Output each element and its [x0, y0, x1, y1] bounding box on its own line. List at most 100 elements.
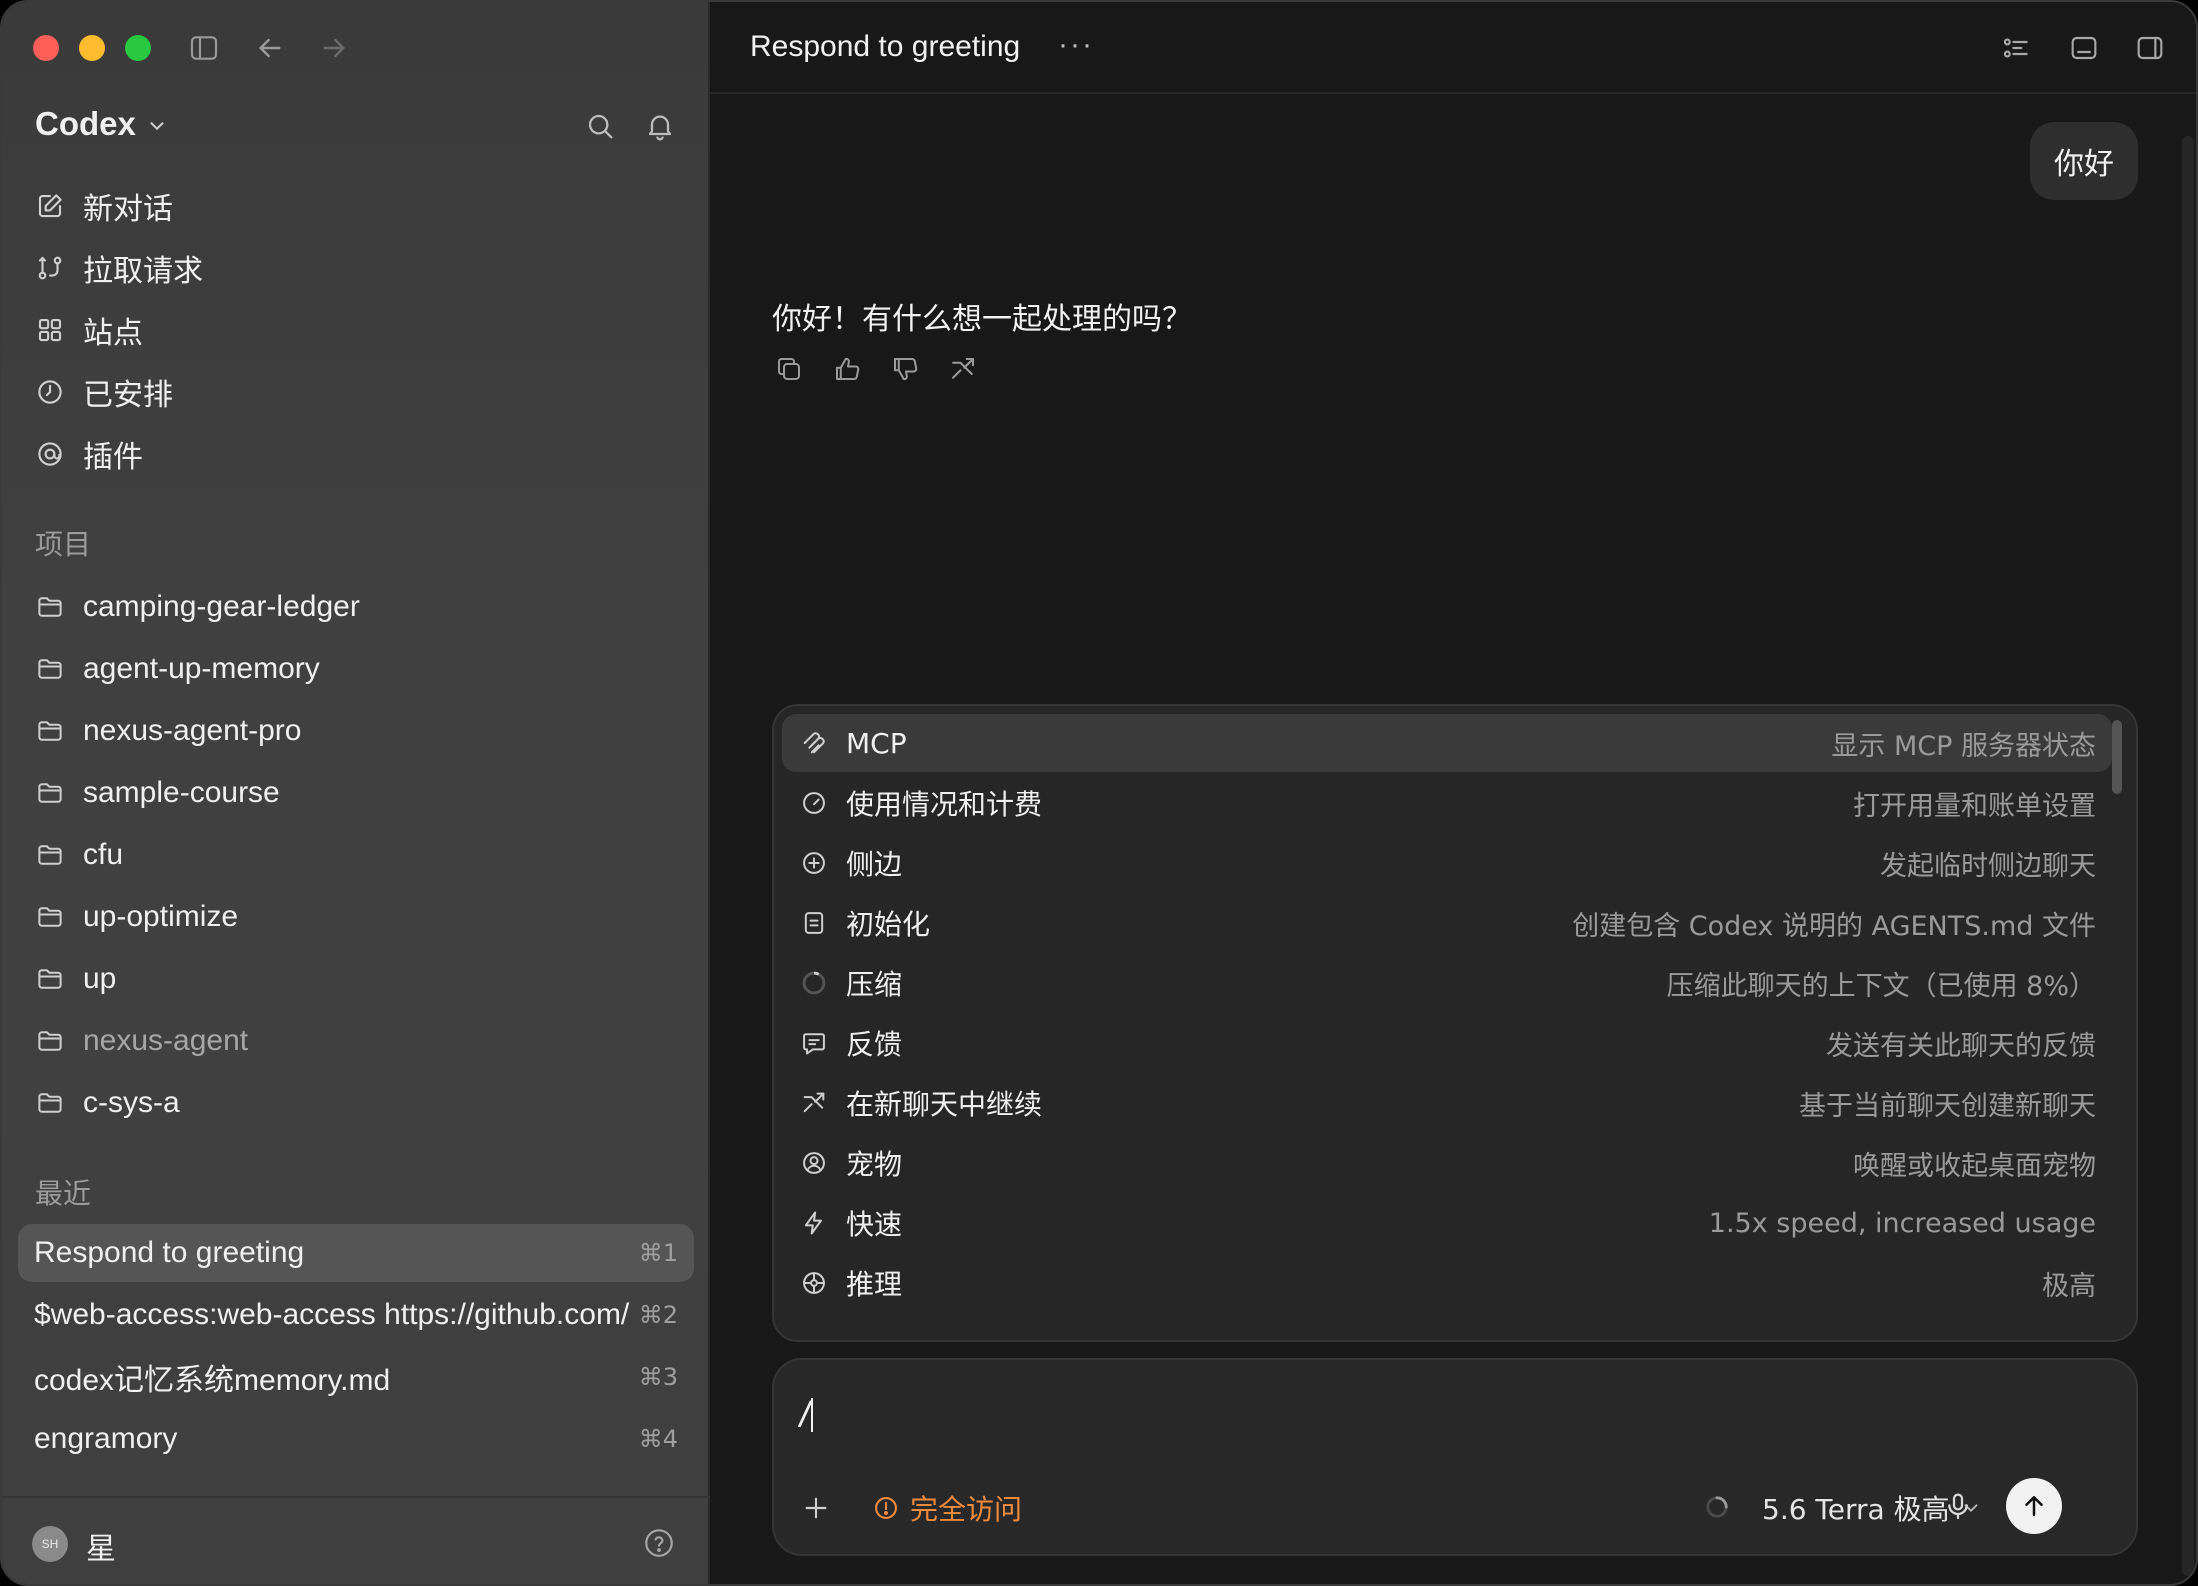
- project-item[interactable]: agent-up-memory: [35, 645, 320, 693]
- recent-chat-item[interactable]: Respond to greeting ⌘1: [18, 1224, 694, 1282]
- project-item[interactable]: nexus-agent: [35, 1017, 248, 1065]
- toggle-sidebar-icon[interactable]: [188, 32, 220, 64]
- help-icon[interactable]: [642, 1526, 676, 1560]
- command-item-init[interactable]: 初始化 创建包含 Codex 说明的 AGENTS.md 文件: [782, 894, 2112, 952]
- command-item-feedback[interactable]: 反馈 发送有关此聊天的反馈: [782, 1014, 2112, 1072]
- command-item-usage[interactable]: 使用情况和计费 打开用量和账单设置: [782, 774, 2112, 832]
- folder-icon: [38, 659, 62, 679]
- fork-icon: [803, 1092, 825, 1113]
- nav-label: 新对话: [83, 192, 173, 227]
- prompt-input[interactable]: /: [796, 1394, 815, 1432]
- window-controls: [33, 35, 151, 61]
- plus-circle-icon: [803, 852, 825, 874]
- project-item[interactable]: up: [35, 955, 116, 1003]
- thumbs-down-icon[interactable]: [890, 354, 920, 384]
- loading-spinner-icon: [1704, 1494, 1730, 1520]
- command-item-pet[interactable]: 宠物 唤醒或收起桌面宠物: [782, 1134, 2112, 1192]
- project-item[interactable]: cfu: [35, 831, 123, 879]
- folder-icon: [38, 907, 62, 927]
- edit-icon: [38, 194, 62, 218]
- text-caret: [811, 1398, 814, 1432]
- microphone-icon[interactable]: [1942, 1490, 1974, 1522]
- project-name: nexus-agent-pro: [83, 714, 302, 747]
- conversation-scrollbar[interactable]: [2182, 136, 2194, 1576]
- workspace-switcher[interactable]: Codex: [35, 105, 168, 143]
- nav-new-chat[interactable]: 新对话: [35, 182, 173, 230]
- bottom-panel-icon[interactable]: [2068, 32, 2100, 64]
- project-name: c-sys-a: [83, 1086, 180, 1119]
- copy-icon[interactable]: [774, 354, 804, 384]
- nav-label: 站点: [83, 316, 143, 351]
- command-item-compact[interactable]: 压缩 压缩此聊天的上下文（已使用 8%）: [782, 954, 2112, 1012]
- recent-chat-item[interactable]: codex记忆系统memory.md ⌘3: [18, 1348, 694, 1406]
- bell-icon[interactable]: [644, 110, 676, 142]
- zoom-window-button[interactable]: [125, 35, 151, 61]
- progress-ring-icon: [802, 971, 826, 995]
- app-window: Codex 新对话 拉取请求 站点 已安排 插件 项目 camping-gear…: [0, 0, 2198, 1586]
- minimize-window-button[interactable]: [79, 35, 105, 61]
- app-name: Codex: [35, 105, 136, 142]
- mcp-icon: [803, 732, 825, 754]
- command-item-fast[interactable]: 快速 1.5x speed, increased usage: [782, 1194, 2112, 1252]
- bolt-icon: [804, 1211, 822, 1235]
- folder-icon: [38, 845, 62, 865]
- command-menu-scrollbar[interactable]: [2112, 720, 2122, 794]
- recent-chat-title: Respond to greeting: [34, 1236, 305, 1269]
- recent-chat-item[interactable]: engramory ⌘4: [18, 1410, 694, 1468]
- recent-section-title: 最近: [35, 1177, 92, 1210]
- project-item[interactable]: c-sys-a: [35, 1079, 180, 1127]
- right-panel-icon[interactable]: [2134, 32, 2166, 64]
- message-actions: [774, 354, 978, 384]
- conversation-title[interactable]: Respond to greeting: [750, 30, 1020, 64]
- folder-icon: [38, 721, 62, 741]
- folder-icon: [38, 597, 62, 617]
- access-mode-label: 完全访问: [910, 1493, 1023, 1526]
- checklist-icon[interactable]: [2000, 32, 2032, 64]
- nav-label: 拉取请求: [83, 254, 203, 289]
- nav-scheduled[interactable]: 已安排: [35, 368, 173, 416]
- command-item-reasoning[interactable]: 推理 极高: [782, 1254, 2112, 1312]
- recent-chat-title: engramory: [34, 1422, 178, 1455]
- project-item[interactable]: nexus-agent-pro: [35, 707, 301, 755]
- shortcut-badge: ⌘1: [638, 1239, 678, 1267]
- conversation-header: Respond to greeting ···: [710, 2, 2196, 94]
- project-name: camping-gear-ledger: [83, 590, 360, 623]
- project-name: up: [83, 962, 117, 995]
- message-composer: / 完全访问 5.6 Terra 极高: [772, 1358, 2138, 1556]
- shortcut-badge: ⌘3: [638, 1363, 678, 1391]
- thumbs-up-icon[interactable]: [832, 354, 862, 384]
- nav-pull-requests[interactable]: 拉取请求: [35, 244, 203, 292]
- projects-section-title: 项目: [35, 528, 92, 561]
- model-label: 5.6 Terra 极高: [1762, 1493, 1950, 1526]
- more-options-button[interactable]: ···: [1058, 28, 1094, 62]
- chevron-down-icon: [150, 122, 164, 131]
- fork-chat-icon[interactable]: [948, 354, 978, 384]
- avatar[interactable]: SH: [32, 1526, 68, 1562]
- command-item-mcp[interactable]: MCP 显示 MCP 服务器状态: [782, 714, 2112, 772]
- access-mode-button[interactable]: 完全访问: [872, 1488, 1022, 1528]
- send-button[interactable]: [2006, 1478, 2062, 1534]
- command-item-continue-new[interactable]: 在新聊天中继续 基于当前聊天创建新聊天: [782, 1074, 2112, 1132]
- folder-icon: [38, 1031, 62, 1051]
- gauge-icon: [803, 792, 825, 814]
- nav-label: 插件: [83, 440, 143, 475]
- project-name: sample-course: [83, 776, 280, 809]
- recent-chat-item[interactable]: $web-access:web-access https://github.co…: [18, 1286, 694, 1344]
- user-name[interactable]: 星: [86, 1524, 116, 1568]
- pet-icon: [803, 1152, 825, 1174]
- search-icon[interactable]: [584, 110, 616, 142]
- slash-command-menu: MCP 显示 MCP 服务器状态 使用情况和计费 打开用量和账单设置 侧边 发起…: [772, 704, 2138, 1342]
- project-item[interactable]: camping-gear-ledger: [35, 583, 360, 631]
- recent-chat-title: codex记忆系统memory.md: [34, 1364, 391, 1397]
- main-panel: Respond to greeting ··· 你好 你好！有什么想一起处理的吗…: [710, 2, 2196, 1584]
- nav-sites[interactable]: 站点: [35, 306, 143, 354]
- project-item[interactable]: sample-course: [35, 769, 280, 817]
- project-item[interactable]: up-optimize: [35, 893, 238, 941]
- forward-arrow-icon[interactable]: [318, 32, 350, 64]
- nav-plugins[interactable]: 插件: [35, 430, 143, 478]
- project-name: cfu: [83, 838, 124, 871]
- close-window-button[interactable]: [33, 35, 59, 61]
- back-arrow-icon[interactable]: [254, 32, 286, 64]
- add-attachment-button[interactable]: [800, 1492, 832, 1524]
- command-item-side[interactable]: 侧边 发起临时侧边聊天: [782, 834, 2112, 892]
